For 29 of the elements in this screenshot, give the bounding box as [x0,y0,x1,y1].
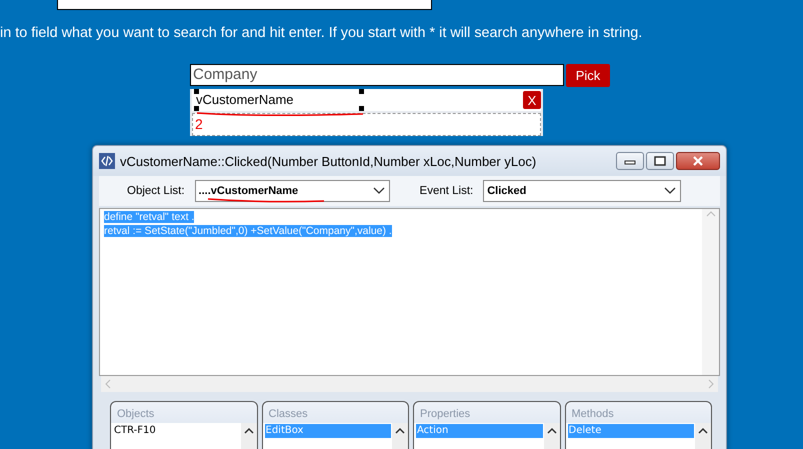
close-icon [692,156,704,166]
object-list-label: Object List: [127,185,185,197]
panel-title: Properties [419,407,472,422]
instruction-text: in to field what you want to search for and hit enter. If you start with * it will search anywhere in string. [0,25,644,43]
selected-control[interactable]: vCustomerName [192,91,362,109]
window-title: vCustomerName::Clicked(Number ButtonId,Number xLoc,Number yLoc) [120,154,538,168]
close-button[interactable]: X [523,91,541,109]
pick-button[interactable]: Pick [566,64,610,87]
code-icon [99,153,115,169]
event-list-label: Event List: [420,185,474,197]
chevron-down-icon [664,187,676,195]
scroll-up-icon[interactable] [395,427,405,434]
vertical-scrollbar[interactable] [702,209,719,375]
maximize-icon [654,156,666,166]
panel-title: Classes [268,407,309,422]
event-list-dropdown[interactable]: Clicked [483,180,682,202]
search-field[interactable]: Company [190,64,564,86]
scroll-up-icon[interactable] [546,427,556,434]
close-button[interactable] [676,152,720,170]
minimize-button[interactable] [616,152,644,170]
text-field[interactable] [57,0,432,10]
object-list-dropdown[interactable]: ....vCustomerName [194,180,390,202]
panel-title: Methods [570,407,615,422]
chevron-down-icon [372,187,385,195]
panel-title: Objects [116,407,156,422]
annotation-number: 2 [194,116,203,132]
scroll-up-icon[interactable] [698,427,708,434]
maximize-button[interactable] [646,152,674,170]
scroll-up-icon[interactable] [244,427,254,434]
